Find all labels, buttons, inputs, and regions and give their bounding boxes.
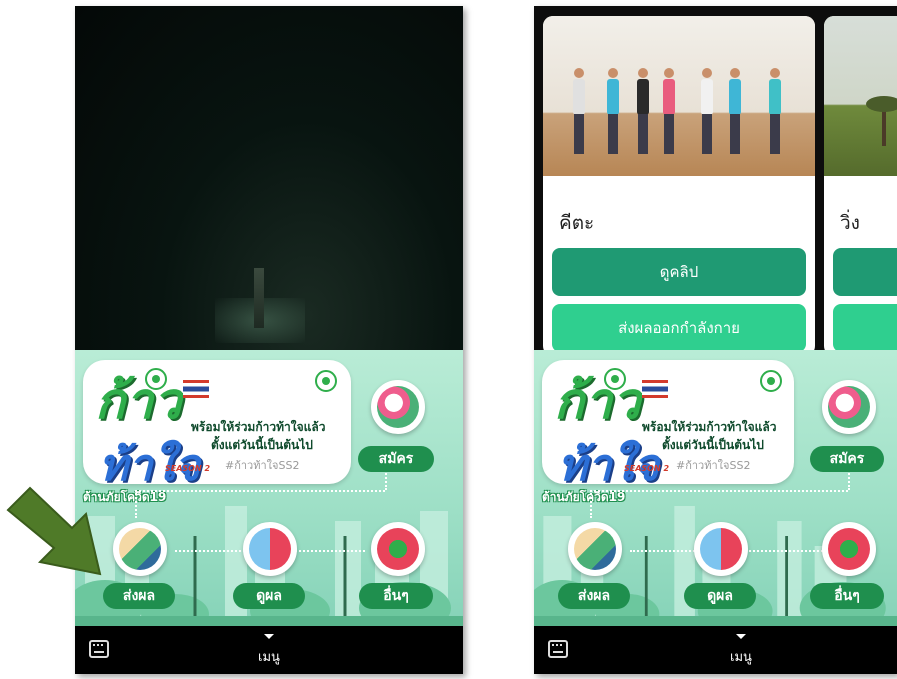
register-circle-button[interactable]: [371, 380, 425, 434]
hashtag: #ก้าวท้าใจSS2: [676, 459, 751, 472]
caret-down-icon[interactable]: [264, 634, 274, 639]
tagline-line1: พร้อมให้ร่วมก้าวท้าใจแล้ว: [642, 420, 777, 434]
submit-exercise-button[interactable]: [833, 304, 897, 352]
heart-chart-icon: [700, 528, 742, 570]
other-circle-button[interactable]: [822, 522, 876, 576]
department-logo-icon: [315, 370, 337, 392]
annotation-arrow-icon: [6, 486, 102, 576]
card-title: วิ่ง: [840, 212, 860, 234]
running-track-icon: [828, 528, 870, 570]
running-shoe-icon: [377, 386, 419, 428]
heart-chart-icon: [249, 528, 291, 570]
card-title: คีตะ: [559, 212, 595, 234]
other-button[interactable]: อื่นๆ: [810, 583, 884, 609]
register-button[interactable]: สมัคร: [358, 446, 434, 472]
view-results-button[interactable]: ดูผล: [684, 583, 756, 609]
submit-exercise-button[interactable]: ส่งผลออกกำลังกาย: [552, 304, 806, 352]
send-results-button[interactable]: ส่งผล: [558, 583, 630, 609]
view-results-circle-button[interactable]: [243, 522, 297, 576]
video-area: [75, 6, 463, 350]
smartwatch-icon: [574, 528, 616, 570]
view-results-button[interactable]: ดูผล: [233, 583, 305, 609]
running-shoe-icon: [828, 386, 870, 428]
tagline-line1: พร้อมให้ร่วมก้าวท้าใจแล้ว: [191, 420, 326, 434]
tree-icon: [866, 96, 897, 146]
running-track-icon: [377, 528, 419, 570]
department-logo-icon: [760, 370, 782, 392]
smartwatch-icon: [119, 528, 161, 570]
path-dots: [135, 490, 385, 492]
path-dots: [385, 470, 387, 490]
activity-card-dance[interactable]: คีตะ ดูคลิป ส่งผลออกกำลังกาย: [543, 16, 815, 356]
bottom-menu-bar: เมนู: [75, 626, 463, 674]
path-dots: [848, 470, 850, 490]
other-circle-button[interactable]: [371, 522, 425, 576]
campaign-banner: ก้าว ท้าใจ SEASON 2 พร้อมให้ร่วมก้าวท้าใ…: [83, 360, 351, 491]
thai-flag-icon: [642, 380, 668, 398]
menu-button[interactable]: เมนู: [239, 646, 299, 667]
keyboard-icon[interactable]: [548, 640, 568, 658]
night-tower-image: [215, 268, 305, 343]
thai-flag-icon: [183, 380, 209, 398]
campaign-banner: ก้าว ท้าใจ SEASON 2 พร้อมให้ร่วมก้าวท้าใ…: [542, 360, 794, 491]
watch-clip-button[interactable]: ดูคลิป: [552, 248, 806, 296]
send-results-circle-button[interactable]: [113, 522, 167, 576]
activity-card-running[interactable]: วิ่ง: [824, 16, 897, 356]
running-field-photo: [824, 16, 897, 176]
tagline-line2: ตั้งแต่วันนี้เป็นต้นไป: [211, 438, 313, 452]
hashtag: #ก้าวท้าใจSS2: [225, 459, 300, 472]
path-dots: [590, 490, 592, 518]
caret-down-icon[interactable]: [736, 634, 746, 639]
activity-cards-area: คีตะ ดูคลิป ส่งผลออกกำลังกาย วิ่ง: [534, 6, 897, 356]
path-dots: [590, 490, 848, 492]
home-panel: ก้าว ท้าใจ SEASON 2 พร้อมให้ร่วมก้าวท้าใ…: [534, 350, 897, 626]
ministry-seal-icon: [604, 368, 626, 390]
season-label: SEASON 2: [624, 464, 670, 473]
register-circle-button[interactable]: [822, 380, 876, 434]
dance-class-photo: [543, 16, 815, 176]
send-results-circle-button[interactable]: [568, 522, 622, 576]
view-results-circle-button[interactable]: [694, 522, 748, 576]
register-button[interactable]: สมัคร: [810, 446, 884, 472]
tagline-line2: ตั้งแต่วันนี้เป็นต้นไป: [662, 438, 764, 452]
keyboard-icon[interactable]: [89, 640, 109, 658]
home-panel: ก้าว ท้าใจ SEASON 2 พร้อมให้ร่วมก้าวท้าใ…: [75, 350, 463, 626]
menu-button[interactable]: เมนู: [711, 646, 771, 667]
right-phone-screen: คีตะ ดูคลิป ส่งผลออกกำลังกาย วิ่ง ก้าว ท…: [534, 6, 897, 674]
season-label: SEASON 2: [165, 464, 211, 473]
bottom-menu-bar: เมนู: [534, 626, 897, 674]
left-phone-screen: ก้าว ท้าใจ SEASON 2 พร้อมให้ร่วมก้าวท้าใ…: [75, 6, 463, 674]
path-dots: [135, 490, 137, 518]
watch-clip-button[interactable]: [833, 248, 897, 296]
other-button[interactable]: อื่นๆ: [359, 583, 433, 609]
ministry-seal-icon: [145, 368, 167, 390]
